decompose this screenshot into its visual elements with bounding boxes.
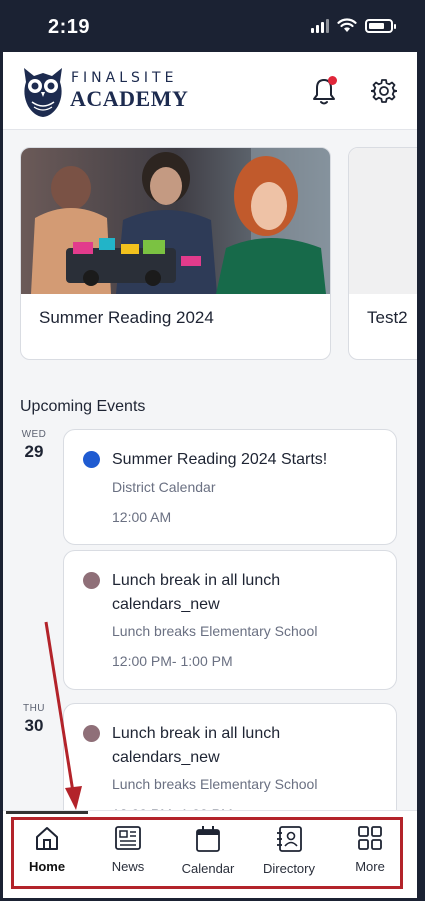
owl-logo-icon — [24, 68, 62, 117]
brand-line-2: ACADEMY — [70, 86, 189, 111]
calendar-color-dot — [83, 451, 100, 468]
battery-icon — [365, 18, 396, 33]
day-number: 29 — [24, 442, 44, 461]
app-screen: FINALSITE ACADEMY Summer Reading 2024 Te… — [3, 52, 417, 898]
event-calendar: Lunch breaks Elementary School — [112, 776, 318, 792]
day-of-week: WED — [21, 429, 47, 440]
upcoming-events-heading: Upcoming Events — [20, 398, 146, 415]
app-header: FINALSITE ACADEMY — [3, 52, 417, 130]
date-marker: WED 29 — [20, 429, 48, 462]
event-card[interactable]: Lunch break in all lunch calendars_new L… — [63, 550, 397, 690]
brand-line-1: FINALSITE — [71, 70, 178, 86]
status-bar: 2:19 — [0, 0, 425, 52]
featured-photo — [21, 148, 330, 294]
wifi-icon — [337, 18, 357, 32]
featured-title: Test2 — [367, 308, 408, 327]
status-time: 2:19 — [48, 16, 91, 38]
event-calendar: District Calendar — [112, 479, 216, 495]
active-tab-indicator — [6, 811, 88, 814]
notification-badge — [328, 76, 337, 85]
day-of-week: THU — [22, 703, 46, 714]
event-calendar: Lunch breaks Elementary School — [112, 623, 318, 639]
notifications-button[interactable] — [311, 76, 337, 106]
status-icons — [311, 18, 396, 33]
event-card[interactable]: Summer Reading 2024 Starts! District Cal… — [63, 429, 397, 545]
featured-photo-placeholder — [349, 148, 417, 294]
phone-frame: 2:19 FINALSITE ACADEMY Summer Reading 20… — [0, 0, 425, 901]
date-marker: THU 30 — [20, 703, 48, 736]
featured-title: Summer Reading 2024 — [39, 308, 214, 327]
event-time: 12:00 AM — [112, 509, 172, 525]
featured-card[interactable]: Summer Reading 2024 — [20, 147, 331, 360]
featured-card[interactable]: Test2 — [348, 147, 417, 360]
event-title: Lunch break in all lunch calendars_new — [112, 572, 281, 613]
event-time: 12:00 PM- 1:00 PM — [112, 653, 233, 669]
event-title: Lunch break in all lunch calendars_new — [112, 725, 281, 766]
gear-icon[interactable] — [371, 78, 397, 104]
highlight-box — [11, 817, 403, 889]
calendar-color-dot — [83, 572, 100, 589]
day-number: 30 — [24, 716, 44, 735]
calendar-color-dot — [83, 725, 100, 742]
event-title: Summer Reading 2024 Starts! — [112, 451, 328, 468]
signal-icon — [311, 18, 329, 33]
